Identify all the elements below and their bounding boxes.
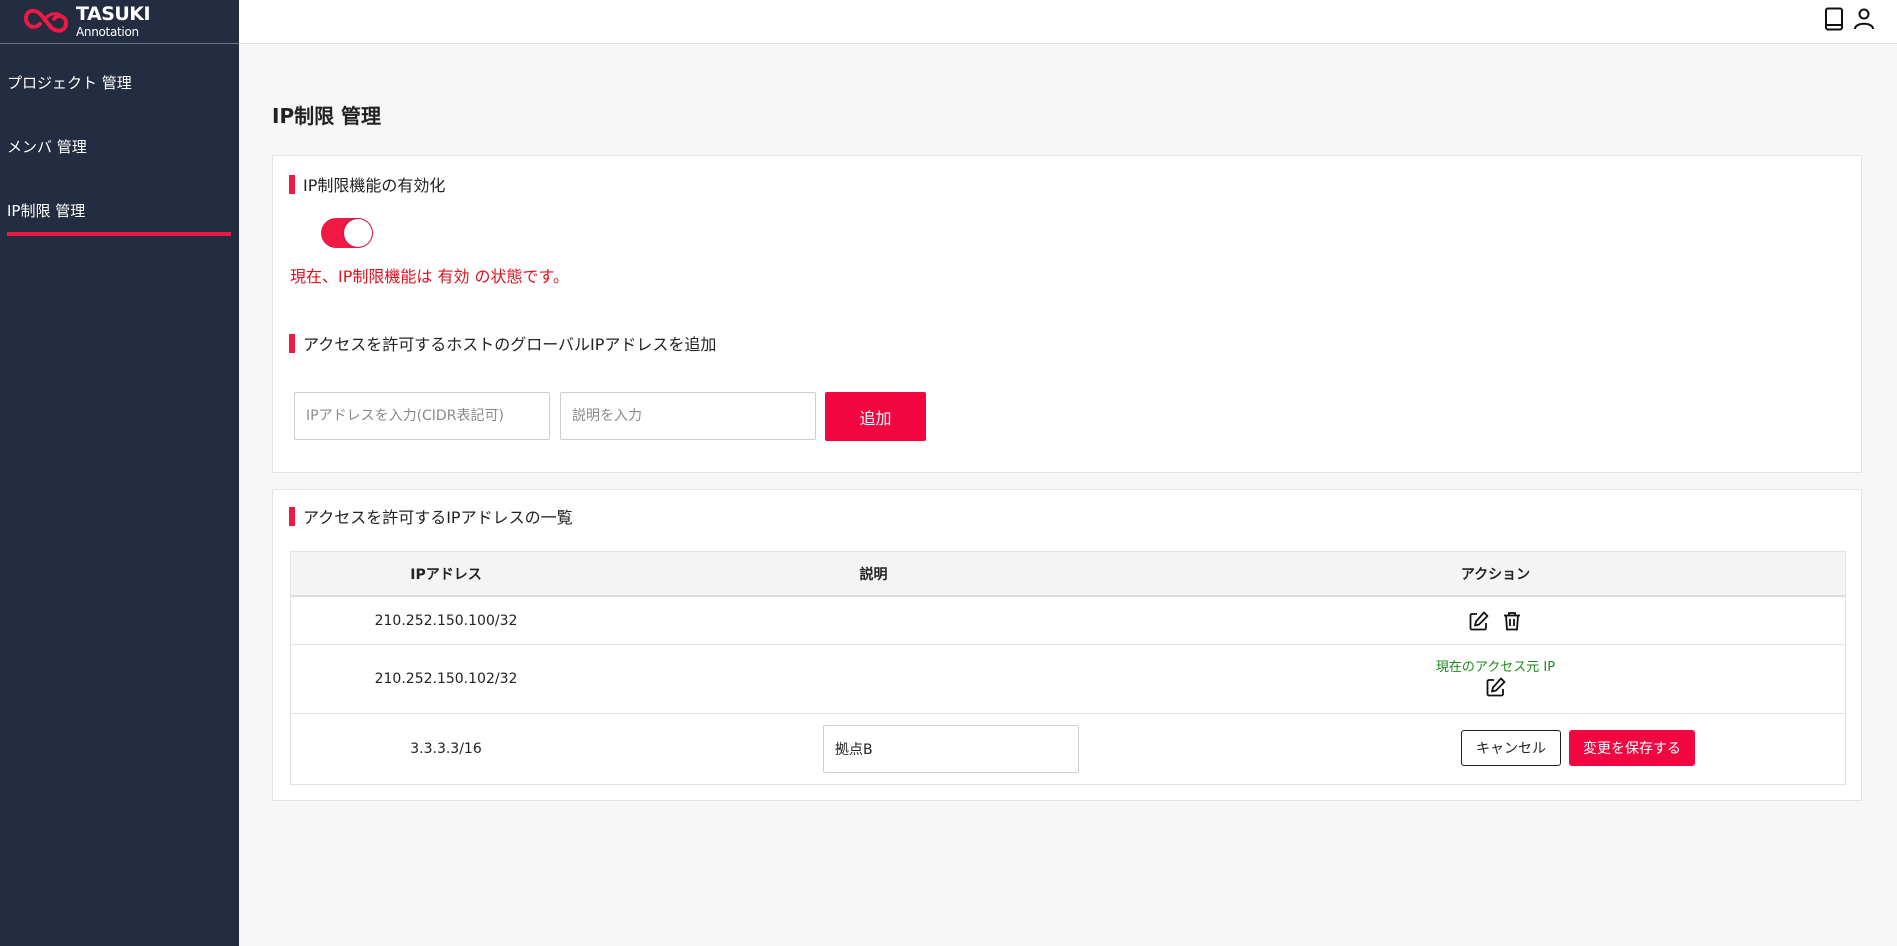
actions-cell <box>1146 610 1845 632</box>
brand-logo[interactable]: TASUKI Annotation <box>0 0 239 44</box>
column-header-actions: アクション <box>1460 566 1531 583</box>
ip-cell: 210.252.150.102/32 <box>374 671 518 687</box>
table-row: 210.252.150.100/32 <box>291 597 1845 645</box>
brand-text: TASUKI Annotation <box>76 3 151 39</box>
current-ip-note: 現在のアクセス元 IP <box>1435 660 1556 675</box>
sidebar-item-ip-restriction[interactable]: IP制限 管理 <box>7 200 85 221</box>
add-section-heading: アクセスを許可するホストのグローバルIPアドレスを追加 <box>289 331 716 355</box>
page-title: IP制限 管理 <box>272 104 382 128</box>
sidebar: TASUKI Annotation プロジェクト 管理 メンバ 管理 IP制限 … <box>0 0 239 946</box>
table-row: 210.252.150.102/32 現在のアクセス元 IP <box>291 645 1845 714</box>
column-header-ip: IPアドレス <box>410 566 482 583</box>
enable-section-heading: IP制限機能の有効化 <box>289 172 445 196</box>
cancel-button[interactable]: キャンセル <box>1461 730 1561 766</box>
list-heading-text: アクセスを許可するIPアドレスの一覧 <box>303 508 573 527</box>
ip-restriction-toggle[interactable] <box>321 218 373 248</box>
add-heading-text: アクセスを許可するホストのグローバルIPアドレスを追加 <box>303 335 717 354</box>
topbar <box>239 0 1897 44</box>
heading-accent-bar <box>289 333 295 353</box>
sidebar-item-projects[interactable]: プロジェクト 管理 <box>7 72 132 93</box>
save-changes-button[interactable]: 変更を保存する <box>1569 730 1695 766</box>
brand-name: TASUKI <box>76 3 151 25</box>
active-nav-indicator <box>7 232 231 236</box>
trash-icon[interactable] <box>1501 610 1523 632</box>
edit-icon[interactable] <box>1485 676 1507 698</box>
sidebar-item-members[interactable]: メンバ 管理 <box>7 136 87 157</box>
ip-list-card: アクセスを許可するIPアドレスの一覧 IPアドレス 説明 アクション 210.2… <box>272 489 1862 801</box>
column-header-description: 説明 <box>859 566 888 583</box>
ip-cell: 210.252.150.100/32 <box>374 612 518 629</box>
list-section-heading: アクセスを許可するIPアドレスの一覧 <box>289 504 573 528</box>
add-button[interactable]: 追加 <box>825 392 926 441</box>
brand-sub: Annotation <box>76 25 139 39</box>
table-row-editing: 3.3.3.3/16 キャンセル 変更を保存する <box>291 714 1845 784</box>
edit-icon[interactable] <box>1468 610 1490 632</box>
ip-cell: 3.3.3.3/16 <box>410 741 482 757</box>
book-icon[interactable] <box>1821 6 1847 32</box>
ip-address-input[interactable] <box>294 392 550 440</box>
description-input[interactable] <box>560 392 816 440</box>
tasuki-logo-icon <box>24 8 69 32</box>
status-text: 現在、IP制限機能は 有効 の状態です。 <box>290 267 569 286</box>
toggle-knob <box>344 219 372 247</box>
user-icon[interactable] <box>1851 6 1877 32</box>
ip-table: IPアドレス 説明 アクション 210.252.150.100/32 210.2… <box>290 551 1846 785</box>
heading-accent-bar <box>289 174 295 194</box>
actions-cell: 現在のアクセス元 IP <box>1146 660 1845 698</box>
edit-description-input[interactable] <box>823 725 1079 773</box>
heading-accent-bar <box>289 506 295 526</box>
enable-heading-text: IP制限機能の有効化 <box>303 176 446 195</box>
ip-settings-card: IP制限機能の有効化 現在、IP制限機能は 有効 の状態です。 アクセスを許可す… <box>272 155 1862 473</box>
table-header: IPアドレス 説明 アクション <box>291 552 1845 597</box>
